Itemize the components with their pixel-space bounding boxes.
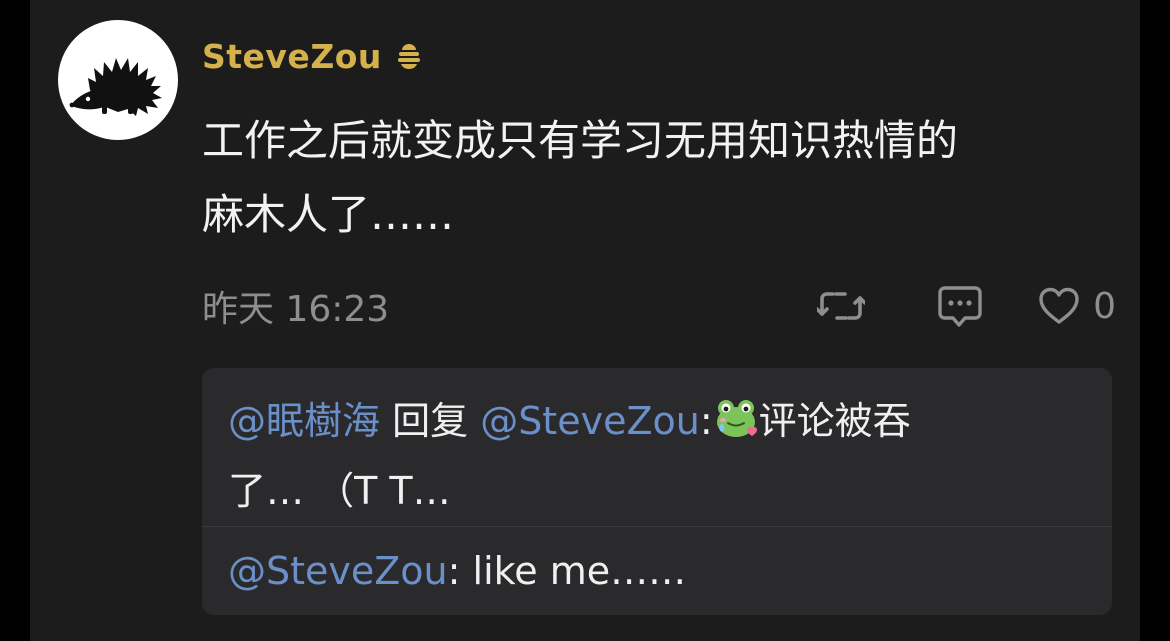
reply-text: like me…… (460, 549, 687, 593)
heart-icon (1039, 287, 1079, 324)
reply-text: 了… （T T… (228, 469, 451, 513)
post-actions: 0 (817, 278, 1116, 334)
reply-colon: : (699, 399, 713, 443)
hedgehog-icon (69, 58, 162, 116)
post-text-line: 麻木人了…… (202, 190, 455, 239)
post-header: SteveZou (202, 34, 424, 78)
list-item[interactable]: @SteveZou: like me…… (202, 527, 1112, 615)
frog-emoji-icon (713, 396, 759, 442)
post-meta: 昨天 16:23 0 (202, 278, 1122, 334)
avatar[interactable] (58, 20, 178, 140)
username[interactable]: SteveZou (202, 37, 382, 76)
post-body: 工作之后就变成只有学习无用知识热情的 麻木人了…… (202, 104, 1122, 252)
list-item[interactable]: @眠樹海 回复 @SteveZou: 评论被吞了… （T T… (202, 368, 1112, 526)
repost-icon (817, 292, 866, 320)
reply-target[interactable]: @SteveZou (480, 399, 700, 443)
comment-icon (938, 286, 982, 327)
comment-button[interactable] (937, 284, 983, 328)
reply-text: 评论被吞 (758, 399, 911, 443)
reply-list: @眠樹海 回复 @SteveZou: 评论被吞了… （T T… @SteveZo… (202, 368, 1112, 615)
timestamp: 昨天 16:23 (202, 289, 390, 330)
weibo-post-card: SteveZou 工作之后就变成只有学习无用知识热情的 麻木人了…… 昨天 16… (30, 0, 1140, 641)
hive-badge-icon (394, 41, 424, 71)
post-text-line: 工作之后就变成只有学习无用知识热情的 (202, 116, 959, 165)
repost-button[interactable] (817, 286, 866, 326)
reply-connector: 回复 (380, 399, 481, 443)
like-button[interactable]: 0 (1037, 286, 1116, 327)
like-count: 0 (1093, 285, 1116, 327)
reply-colon: : (447, 549, 461, 593)
reply-author[interactable]: @SteveZou (228, 549, 448, 593)
reply-author[interactable]: @眠樹海 (228, 399, 380, 443)
